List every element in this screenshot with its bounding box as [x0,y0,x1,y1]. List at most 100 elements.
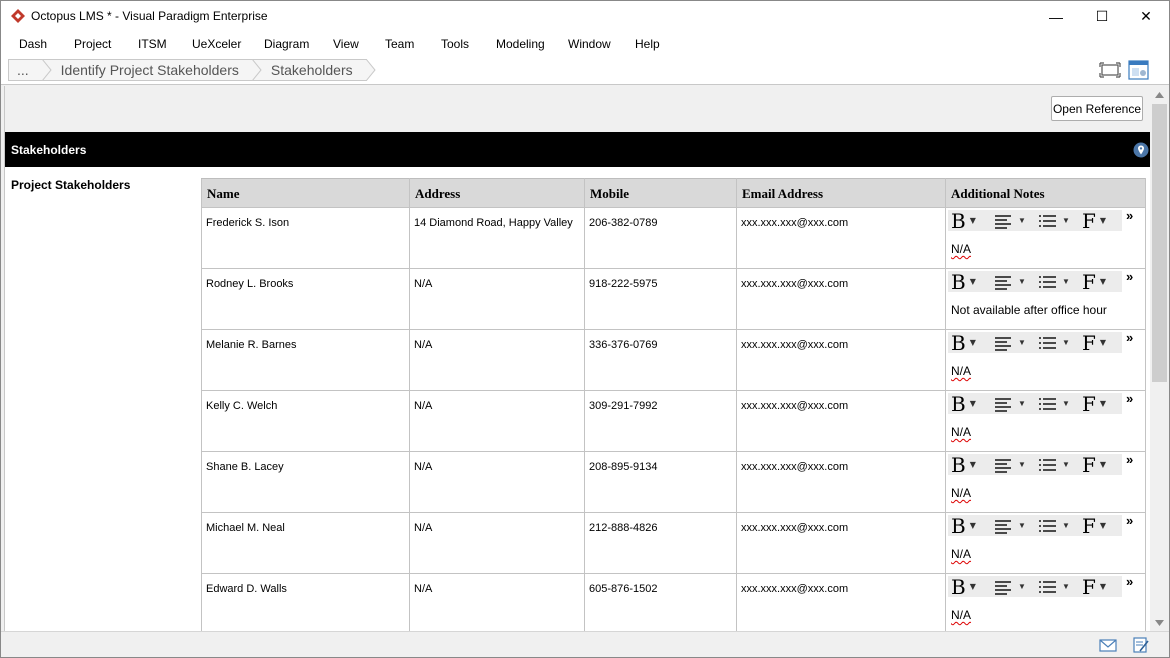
list-button[interactable]: ▼ [1038,454,1070,475]
column-header-email: Email Address [736,178,946,208]
panel-layout-icon[interactable] [1128,60,1150,80]
more-options-icon[interactable]: » [1126,391,1133,406]
menu-team[interactable]: Team [385,37,414,51]
breadcrumb-item-identify-project-stakeholders[interactable]: Identify Project Stakeholders [42,59,262,81]
list-button[interactable]: ▼ [1038,332,1070,353]
cell-address[interactable]: N/A [409,573,585,631]
cell-name[interactable]: Michael M. Neal [201,512,410,574]
scroll-down-button[interactable] [1150,614,1169,631]
align-button[interactable]: ▼ [994,454,1026,475]
menu-diagram[interactable]: Diagram [264,37,309,51]
cell-email[interactable]: xxx.xxx.xxx@xxx.com [736,207,946,269]
cell-additional-notes[interactable]: B ▼ ▼ ▼ F ▼» N/A [945,451,1146,513]
cell-email[interactable]: xxx.xxx.xxx@xxx.com [736,329,946,391]
cell-mobile[interactable]: 208-895-9134 [584,451,737,513]
cell-mobile[interactable]: 918-222-5975 [584,268,737,330]
cell-name[interactable]: Kelly C. Welch [201,390,410,452]
menu-window[interactable]: Window [568,37,611,51]
font-button[interactable]: F ▼ [1082,453,1106,477]
bold-button[interactable]: B ▼ [951,392,976,416]
bold-button[interactable]: B ▼ [951,453,976,477]
bold-button[interactable]: B ▼ [951,209,976,233]
cell-address[interactable]: N/A [409,512,585,574]
menu-view[interactable]: View [333,37,359,51]
menu-itsm[interactable]: ITSM [138,37,167,51]
more-options-icon[interactable]: » [1126,269,1133,284]
maximize-button[interactable]: ☐ [1079,1,1125,32]
breadcrumb-item-stakeholders[interactable]: Stakeholders [252,59,376,81]
cell-mobile[interactable]: 212-888-4826 [584,512,737,574]
cell-email[interactable]: xxx.xxx.xxx@xxx.com [736,390,946,452]
cell-name[interactable]: Frederick S. Ison [201,207,410,269]
cell-additional-notes[interactable]: B ▼ ▼ ▼ F ▼» N/A [945,512,1146,574]
cell-address[interactable]: N/A [409,390,585,452]
open-reference-button[interactable]: Open Reference [1051,96,1143,121]
cell-address[interactable]: 14 Diamond Road, Happy Valley [409,207,585,269]
align-button[interactable]: ▼ [994,576,1026,597]
list-button[interactable]: ▼ [1038,210,1070,231]
cell-mobile[interactable]: 206-382-0789 [584,207,737,269]
bold-button[interactable]: B ▼ [951,575,976,599]
cell-address[interactable]: N/A [409,329,585,391]
list-button[interactable]: ▼ [1038,515,1070,536]
mobile-text: 208-895-9134 [589,461,658,473]
minimize-button[interactable]: — [1033,1,1079,32]
cell-mobile[interactable]: 336-376-0769 [584,329,737,391]
scroll-thumb[interactable] [1152,104,1167,382]
align-button[interactable]: ▼ [994,393,1026,414]
cell-email[interactable]: xxx.xxx.xxx@xxx.com [736,573,946,631]
cell-email[interactable]: xxx.xxx.xxx@xxx.com [736,268,946,330]
more-options-icon[interactable]: » [1126,452,1133,467]
more-options-icon[interactable]: » [1126,513,1133,528]
font-button[interactable]: F ▼ [1082,209,1106,233]
font-button[interactable]: F ▼ [1082,514,1106,538]
list-button[interactable]: ▼ [1038,576,1070,597]
align-button[interactable]: ▼ [994,210,1026,231]
menu-project[interactable]: Project [74,37,111,51]
vertical-scrollbar[interactable] [1150,86,1169,631]
menu-modeling[interactable]: Modeling [496,37,545,51]
edit-document-icon[interactable] [1132,637,1150,653]
cell-email[interactable]: xxx.xxx.xxx@xxx.com [736,451,946,513]
font-button[interactable]: F ▼ [1082,575,1106,599]
font-button[interactable]: F ▼ [1082,392,1106,416]
align-button[interactable]: ▼ [994,332,1026,353]
cell-additional-notes[interactable]: B ▼ ▼ ▼ F ▼» N/A [945,207,1146,269]
cell-name[interactable]: Rodney L. Brooks [201,268,410,330]
cell-additional-notes[interactable]: B ▼ ▼ ▼ F ▼» N/A [945,390,1146,452]
align-button[interactable]: ▼ [994,271,1026,292]
close-button[interactable]: ✕ [1123,1,1169,32]
list-button[interactable]: ▼ [1038,393,1070,414]
cell-additional-notes[interactable]: B ▼ ▼ ▼ F ▼» N/A [945,329,1146,391]
menu-uexceler[interactable]: UeXceler [192,37,241,51]
menu-help[interactable]: Help [635,37,660,51]
align-button[interactable]: ▼ [994,515,1026,536]
bold-button[interactable]: B ▼ [951,514,976,538]
bold-button[interactable]: B ▼ [951,331,976,355]
chevron-right-icon [251,59,262,81]
menu-dash[interactable]: Dash [19,37,47,51]
mail-icon[interactable] [1099,637,1117,653]
font-button[interactable]: F ▼ [1082,270,1106,294]
font-button[interactable]: F ▼ [1082,331,1106,355]
cell-additional-notes[interactable]: B ▼ ▼ ▼ F ▼» Not available after office hour [945,268,1146,330]
more-options-icon[interactable]: » [1126,208,1133,223]
cell-address[interactable]: N/A [409,451,585,513]
menu-tools[interactable]: Tools [441,37,469,51]
more-options-icon[interactable]: » [1126,330,1133,345]
cell-mobile[interactable]: 605-876-1502 [584,573,737,631]
list-button[interactable]: ▼ [1038,271,1070,292]
location-pin-icon[interactable] [1133,142,1149,158]
bold-button[interactable]: B ▼ [951,270,976,294]
fit-diagram-icon[interactable] [1099,60,1121,80]
cell-address[interactable]: N/A [409,268,585,330]
scroll-up-button[interactable] [1150,86,1169,103]
more-options-icon[interactable]: » [1126,574,1133,589]
cell-name[interactable]: Edward D. Walls [201,573,410,631]
cell-mobile[interactable]: 309-291-7992 [584,390,737,452]
cell-email[interactable]: xxx.xxx.xxx@xxx.com [736,512,946,574]
breadcrumb-item-more[interactable]: ... [8,59,52,81]
cell-name[interactable]: Melanie R. Barnes [201,329,410,391]
cell-additional-notes[interactable]: B ▼ ▼ ▼ F ▼» N/A [945,573,1146,631]
cell-name[interactable]: Shane B. Lacey [201,451,410,513]
